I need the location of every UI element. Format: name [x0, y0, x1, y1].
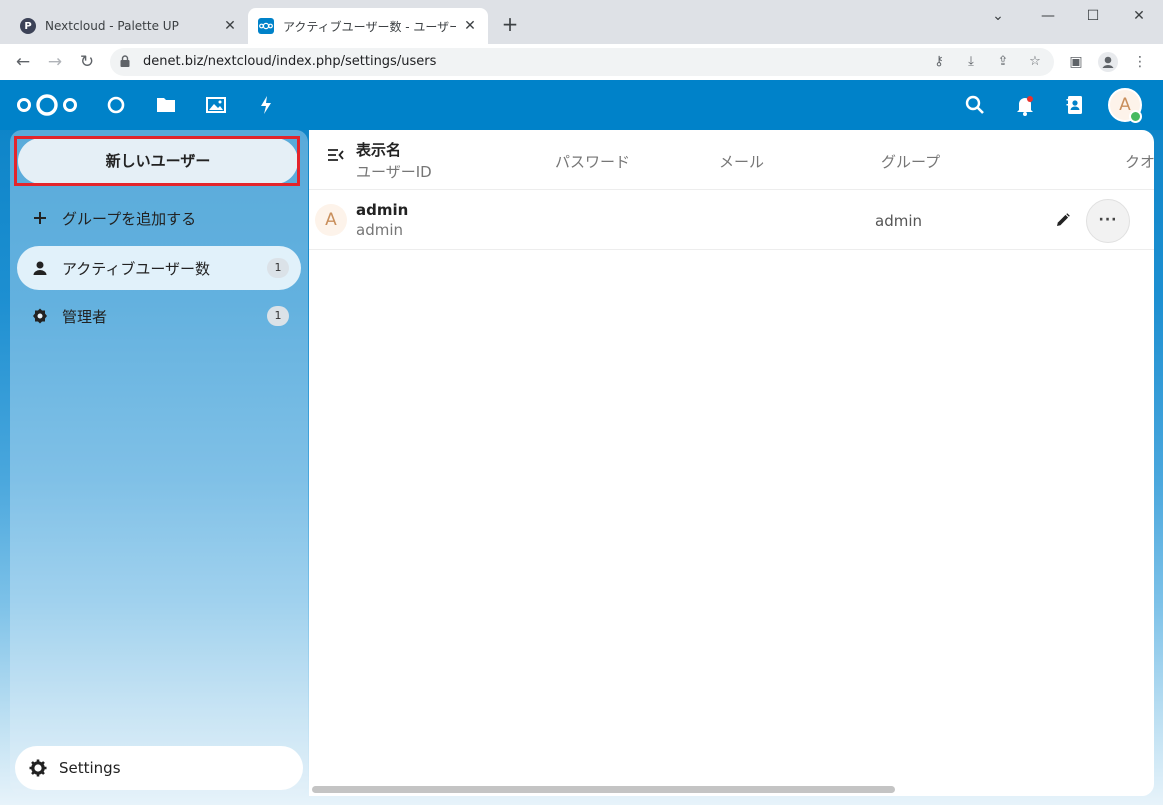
column-header-quota: クオ	[1125, 153, 1154, 171]
sidebar-item-label: 管理者	[62, 307, 108, 326]
user-icon	[31, 259, 49, 277]
collapse-sidebar-icon[interactable]	[327, 148, 345, 162]
maximize-icon[interactable]: ☐	[1071, 4, 1115, 28]
column-header-user-id: ユーザーID	[356, 163, 432, 181]
gear-icon	[29, 759, 47, 777]
sidebar-item-add-group[interactable]: グループを追加する	[17, 196, 301, 240]
new-tab-plus-icon[interactable]: +	[498, 13, 522, 37]
palette-favicon-icon: P	[20, 18, 36, 34]
column-header-password: パスワード	[555, 153, 631, 171]
forward-arrow-icon[interactable]: →	[41, 48, 69, 76]
tab-close-icon[interactable]: ✕	[222, 18, 238, 34]
user-display-name: admin	[356, 201, 409, 219]
pencil-icon[interactable]	[1055, 212, 1071, 228]
tab-title: Nextcloud - Palette UP	[45, 19, 179, 33]
address-bar[interactable]: denet.biz/nextcloud/index.php/settings/u…	[110, 48, 1054, 76]
new-user-button[interactable]: 新しいユーザー	[18, 138, 298, 184]
side-panel-icon[interactable]: ▣	[1062, 48, 1090, 76]
browser-tab-strip: P Nextcloud - Palette UP ✕ アクティブユーザー数 - …	[0, 0, 1163, 44]
browser-tab-active-users[interactable]: アクティブユーザー数 - ユーザー - ユーザ ✕	[248, 8, 488, 44]
search-icon[interactable]	[963, 93, 987, 117]
avatar[interactable]: A	[315, 204, 347, 236]
sidebar-item-label: アクティブユーザー数	[62, 259, 211, 278]
minimize-icon[interactable]: —	[1026, 4, 1070, 28]
table-row[interactable]: A admin admin admin ···	[309, 190, 1154, 250]
activity-icon[interactable]	[254, 93, 278, 117]
files-icon[interactable]	[154, 93, 178, 117]
user-id: admin	[356, 221, 403, 239]
reload-icon[interactable]: ↻	[73, 48, 101, 76]
shield-icon	[31, 307, 49, 325]
users-sidebar: 新しいユーザー グループを追加する アクティブユーザー数 1 管理者 1 Set…	[10, 130, 308, 795]
chevron-down-icon[interactable]: ⌄	[976, 4, 1020, 28]
bookmark-star-icon[interactable]: ☆	[1024, 51, 1046, 73]
user-groups: admin	[875, 212, 922, 230]
sidebar-item-admins[interactable]: 管理者 1	[17, 294, 301, 338]
column-header-groups: グループ	[881, 153, 941, 171]
users-table: 表示名 ユーザーID パスワード メール グループ クオ A admin adm…	[309, 130, 1154, 796]
column-header-display-name: 表示名	[356, 141, 402, 159]
nextcloud-favicon-icon	[258, 18, 274, 34]
tab-close-icon[interactable]: ✕	[462, 18, 478, 34]
contacts-icon[interactable]	[1063, 93, 1087, 117]
nextcloud-app: A 新しいユーザー グループを追加する アクティブユーザー数 1 管理者 1 S…	[0, 80, 1163, 805]
browser-menu-icon[interactable]: ⋮	[1126, 48, 1154, 76]
close-icon[interactable]: ✕	[1117, 4, 1161, 28]
lock-icon	[120, 55, 130, 67]
browser-tab-nextcloud-palette[interactable]: P Nextcloud - Palette UP ✕	[10, 8, 248, 44]
nextcloud-header: A	[0, 80, 1163, 130]
horizontal-scrollbar[interactable]	[312, 786, 895, 793]
dashboard-icon[interactable]	[104, 93, 128, 117]
more-actions-button[interactable]: ···	[1086, 199, 1130, 243]
notifications-icon[interactable]	[1013, 93, 1037, 117]
tab-title: アクティブユーザー数 - ユーザー - ユーザ	[283, 19, 456, 34]
sidebar-settings-button[interactable]: Settings	[15, 746, 303, 790]
settings-label: Settings	[59, 759, 121, 777]
profile-icon[interactable]	[1094, 48, 1122, 76]
column-header-email: メール	[719, 153, 765, 171]
install-icon[interactable]: ⤓	[960, 51, 982, 73]
password-key-icon[interactable]: ⚷	[928, 51, 950, 73]
nextcloud-logo-icon[interactable]	[16, 93, 78, 117]
browser-toolbar: ← → ↻ denet.biz/nextcloud/index.php/sett…	[0, 44, 1163, 80]
count-badge: 1	[267, 258, 289, 278]
share-icon[interactable]: ⇪	[992, 51, 1014, 73]
sidebar-item-active-users[interactable]: アクティブユーザー数 1	[17, 246, 301, 290]
table-header: 表示名 ユーザーID パスワード メール グループ クオ	[309, 130, 1154, 190]
back-arrow-icon[interactable]: ←	[9, 48, 37, 76]
photos-icon[interactable]	[204, 93, 228, 117]
url-text: denet.biz/nextcloud/index.php/settings/u…	[143, 54, 437, 69]
count-badge: 1	[267, 306, 289, 326]
online-status-icon	[1129, 110, 1142, 123]
sidebar-item-label: グループを追加する	[62, 209, 197, 228]
plus-icon	[31, 209, 49, 227]
